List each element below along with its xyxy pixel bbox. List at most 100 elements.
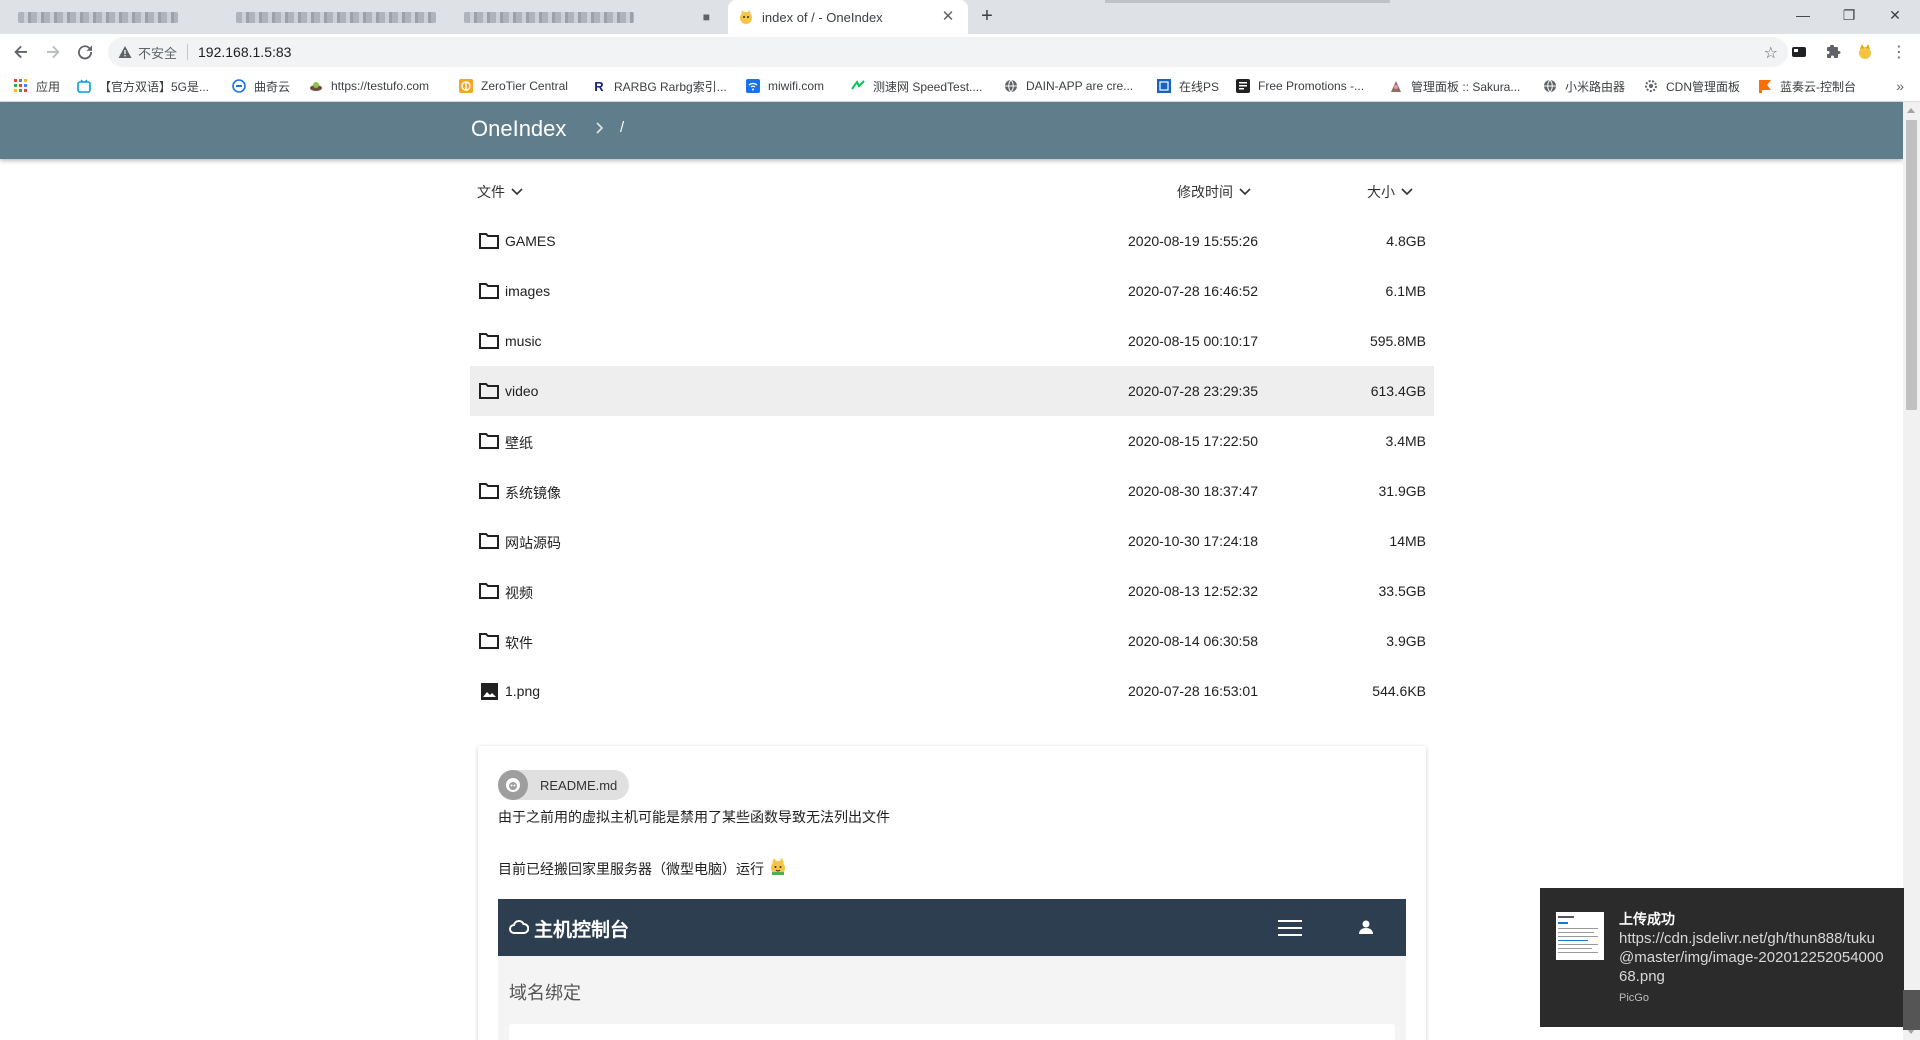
bookmark-label: 曲奇云 xyxy=(254,79,291,94)
readme-line-2-wrap: 目前已经搬回家里服务器（微型电脑）运行 xyxy=(498,857,788,879)
file-row-system-images[interactable]: 系统镜像 2020-08-30 18:37:47 31.9GB xyxy=(470,466,1434,516)
bookmark-free-promotions[interactable]: Free Promotions -... xyxy=(1236,76,1364,96)
forward-button[interactable] xyxy=(41,40,65,64)
file-row-wallpaper[interactable]: 壁纸 2020-08-15 17:22:50 3.4MB xyxy=(470,416,1434,466)
restore-button[interactable]: ❐ xyxy=(1826,0,1872,30)
folder-icon xyxy=(479,233,499,249)
file-row-images[interactable]: images 2020-07-28 16:46:52 6.1MB xyxy=(470,266,1434,316)
breadcrumb-root[interactable]: / xyxy=(620,119,624,136)
user-icon xyxy=(1359,920,1373,934)
bookmark-zerotier[interactable]: ZeroTier Central xyxy=(459,76,568,96)
bookmark-miwifi[interactable]: miwifi.com xyxy=(746,76,824,96)
bookmark-cdn-panel[interactable]: CDN管理面板 xyxy=(1644,76,1740,96)
cdn-gear-icon xyxy=(1644,79,1658,93)
profile-avatar-icon[interactable] xyxy=(1855,42,1875,62)
scrollbar-thumb[interactable] xyxy=(1906,120,1917,410)
tab-close-icon[interactable]: ✕ xyxy=(940,9,956,25)
readme-avatar-icon xyxy=(498,770,528,800)
app-bar: OneIndex / xyxy=(0,102,1903,159)
folder-icon xyxy=(479,383,499,399)
url-text[interactable]: 192.168.1.5:83 xyxy=(198,44,291,60)
file-row-software[interactable]: 软件 2020-08-14 06:30:58 3.9GB xyxy=(470,616,1434,666)
bookmark-bilibili[interactable]: 【官方双语】5G是... xyxy=(77,76,209,96)
browser-toolbar: 不安全 192.168.1.5:83 ☆ ⋮ xyxy=(0,34,1920,70)
file-row-videos-cn[interactable]: 视频 2020-08-13 12:52:32 33.5GB xyxy=(470,566,1434,616)
reload-button[interactable] xyxy=(73,40,97,64)
brand-title[interactable]: OneIndex xyxy=(471,116,566,142)
tab-blurred-3[interactable]: ■ xyxy=(454,0,724,34)
bookmark-rarbg[interactable]: R RARBG Rarbg索引... xyxy=(592,76,726,96)
file-row-website-source[interactable]: 网站源码 2020-10-30 17:24:18 14MB xyxy=(470,516,1434,566)
sort-by-modified[interactable]: 修改时间 xyxy=(1177,182,1251,202)
security-indicator[interactable]: 不安全 xyxy=(118,43,177,62)
close-window-button[interactable]: ✕ xyxy=(1872,0,1918,30)
bookmark-speedtest[interactable]: 测速网 SpeedTest.... xyxy=(851,76,982,96)
cloud-icon xyxy=(509,919,529,934)
tab-media-icon[interactable]: ■ xyxy=(703,10,710,24)
bookmark-online-ps[interactable]: 在线PS xyxy=(1157,76,1219,96)
readme-chip[interactable]: README.md xyxy=(498,770,630,800)
address-bar[interactable]: 不安全 192.168.1.5:83 ☆ xyxy=(108,37,1788,67)
file-modified: 2020-10-30 17:24:18 xyxy=(1128,533,1258,549)
new-tab-button[interactable]: + xyxy=(976,6,998,28)
scroll-up-arrow-icon[interactable] xyxy=(1907,108,1915,113)
readme-chip-label: README.md xyxy=(540,777,618,793)
bookmark-quqiyun[interactable]: 曲奇云 xyxy=(232,76,290,96)
bookmark-label: 蓝奏云-控制台 xyxy=(1780,79,1856,94)
file-size: 544.6KB xyxy=(1372,683,1426,699)
column-modified-label: 修改时间 xyxy=(1177,184,1233,200)
readme-card: README.md 由于之前用的虚拟主机可能是禁用了某些函数导致无法列出文件 目… xyxy=(478,746,1426,1040)
tab-blurred-1[interactable] xyxy=(8,0,218,34)
bookmark-label: https://testufo.com xyxy=(331,79,430,93)
tab-strip: ■ index of / - OneIndex ✕ + — ❐ ✕ xyxy=(0,0,1920,34)
extension-tab-icon[interactable] xyxy=(1789,42,1809,62)
bookmark-sakura[interactable]: 管理面板 :: Sakura... xyxy=(1389,76,1520,96)
extensions-puzzle-icon[interactable] xyxy=(1823,42,1843,62)
upload-notification[interactable]: 上传成功 https://cdn.jsdelivr.net/gh/thun888… xyxy=(1540,888,1904,1027)
cookie-cloud-icon xyxy=(232,79,246,93)
back-button[interactable] xyxy=(9,40,33,64)
file-modified: 2020-07-28 16:46:52 xyxy=(1128,283,1258,299)
security-label: 不安全 xyxy=(138,45,178,61)
browser-menu-icon[interactable]: ⋮ xyxy=(1889,42,1909,62)
chevron-down-icon xyxy=(1239,188,1251,196)
bookmark-label: 【官方双语】5G是... xyxy=(99,79,210,94)
folder-icon xyxy=(479,633,499,649)
tab-title: index of / - OneIndex xyxy=(762,9,883,25)
bookmarks-overflow-icon[interactable]: » xyxy=(1896,78,1904,94)
bookmark-lanzou[interactable]: 蓝奏云-控制台 xyxy=(1758,76,1856,96)
list-header: 文件 修改时间 大小 xyxy=(470,168,1434,216)
sort-by-size[interactable]: 大小 xyxy=(1367,182,1413,202)
notification-app-name: PicGo xyxy=(1619,992,1649,1004)
file-modified: 2020-07-28 23:29:35 xyxy=(1128,383,1258,399)
file-row-video[interactable]: video 2020-07-28 23:29:35 613.4GB xyxy=(470,366,1434,416)
file-modified: 2020-07-28 16:53:01 xyxy=(1128,683,1258,699)
bookmark-label: miwifi.com xyxy=(768,79,824,93)
bookmark-xiaomi-router[interactable]: 小米路由器 xyxy=(1543,76,1625,96)
sort-by-name[interactable]: 文件 xyxy=(477,182,523,202)
globe-icon xyxy=(1004,79,1018,93)
file-name: 1.png xyxy=(505,683,541,699)
file-size: 3.9GB xyxy=(1386,633,1426,649)
cat-emoji-icon xyxy=(771,858,785,875)
minimize-button[interactable]: — xyxy=(1780,0,1826,30)
bookmark-label: Free Promotions -... xyxy=(1258,79,1365,93)
file-name: 视频 xyxy=(505,585,533,601)
bookmark-label: CDN管理面板 xyxy=(1666,79,1740,94)
file-row-games[interactable]: GAMES 2020-08-19 15:55:26 4.8GB xyxy=(470,216,1434,266)
page-scrollbar[interactable] xyxy=(1903,102,1920,1040)
file-name: 系统镜像 xyxy=(505,485,561,501)
bookmark-testufo[interactable]: https://testufo.com xyxy=(309,76,429,96)
file-size: 4.8GB xyxy=(1386,233,1426,249)
reload-icon xyxy=(78,45,93,60)
bookmark-apps[interactable]: 应用 xyxy=(14,76,60,96)
file-row-1-png[interactable]: 1.png 2020-07-28 16:53:01 544.6KB xyxy=(470,666,1434,716)
bookmark-dain-app[interactable]: DAIN-APP are cre... xyxy=(1004,76,1133,96)
file-modified: 2020-08-19 15:55:26 xyxy=(1128,233,1258,249)
bookmark-star-icon[interactable]: ☆ xyxy=(1764,43,1778,63)
file-modified: 2020-08-30 18:37:47 xyxy=(1128,483,1258,499)
file-row-music[interactable]: music 2020-08-15 00:10:17 595.8MB xyxy=(470,316,1434,366)
bookmarks-bar: 应用 【官方双语】5G是... 曲奇云 https://testufo.com … xyxy=(0,70,1920,102)
tab-blurred-2[interactable] xyxy=(226,0,446,34)
tab-active[interactable]: index of / - OneIndex ✕ xyxy=(728,0,968,34)
